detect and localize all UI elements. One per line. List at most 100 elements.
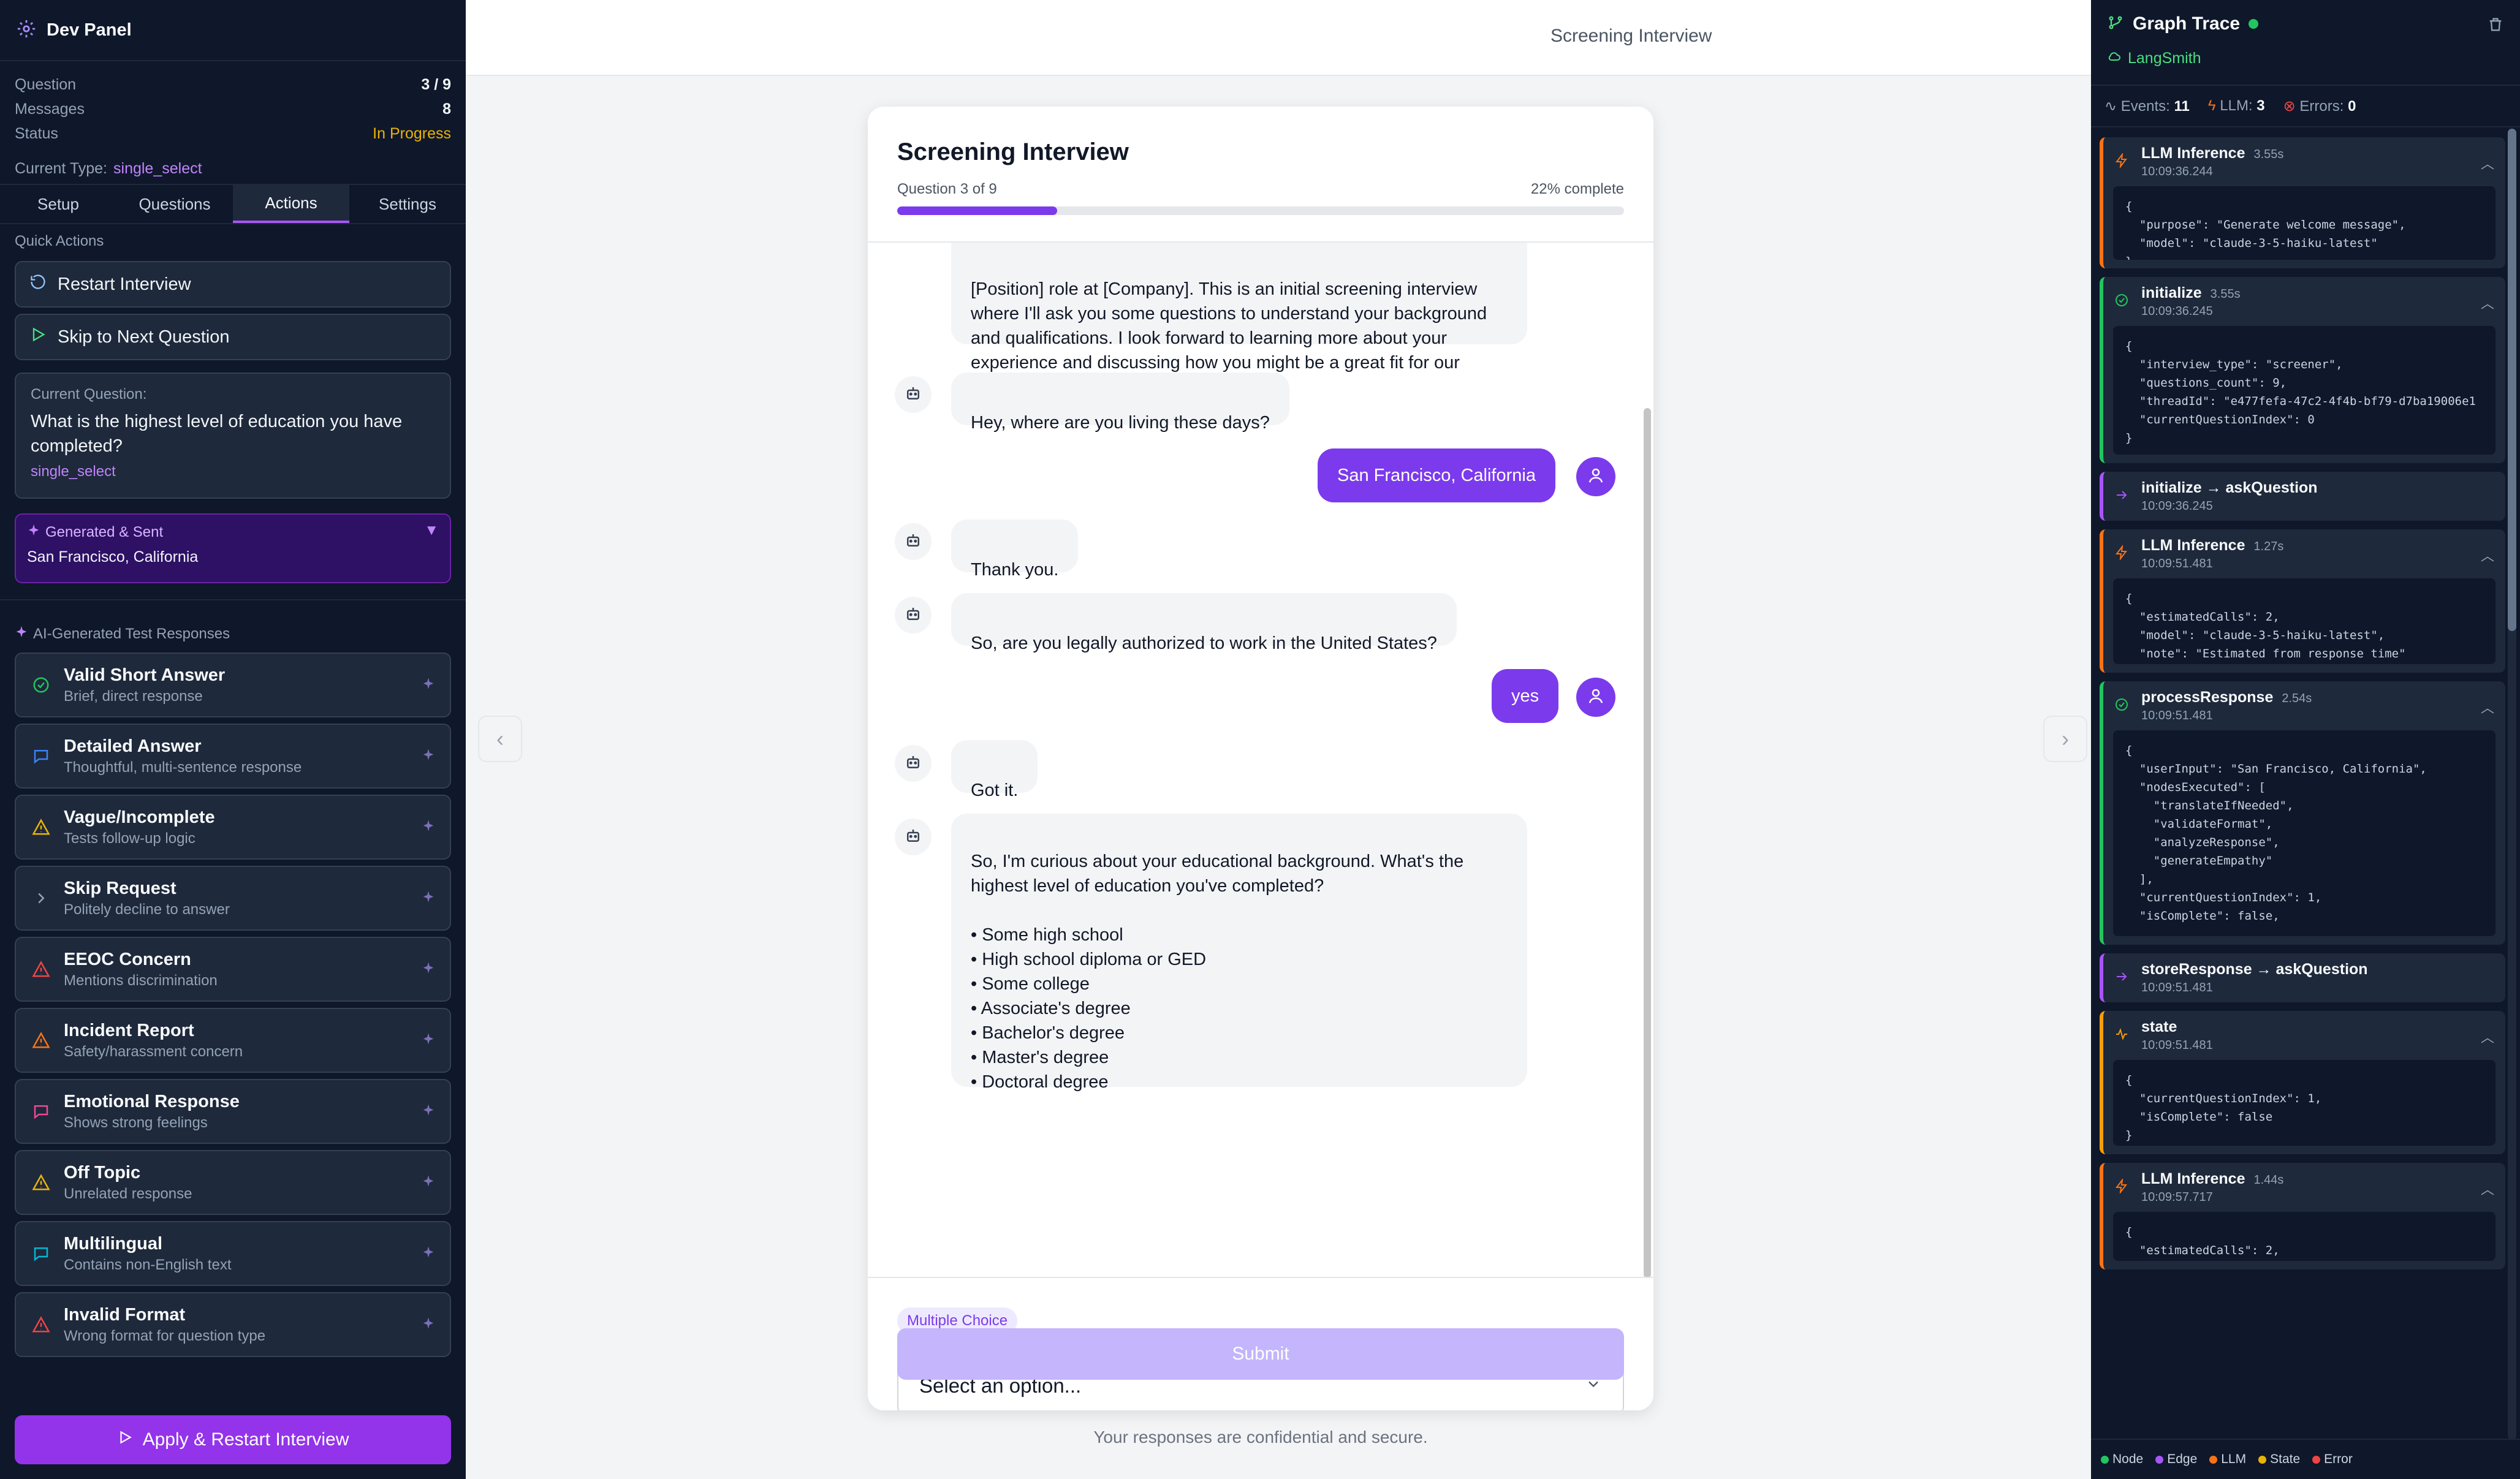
prev-arrow-button[interactable]: ‹ bbox=[478, 716, 522, 762]
test-response-text: Multilingual Contains non-English text bbox=[64, 1234, 232, 1274]
sparkle-icon[interactable] bbox=[422, 961, 435, 978]
bolt-icon bbox=[2114, 1178, 2133, 1197]
event-payload: { "estimatedCalls": 2, "model": "claude-… bbox=[2113, 578, 2495, 664]
robot-icon bbox=[904, 826, 922, 848]
bot-message: So, I'm curious about your educational b… bbox=[951, 814, 1527, 1092]
test-response-desc: Shows strong feelings bbox=[64, 1114, 208, 1131]
trace-scrollbar-thumb[interactable] bbox=[2508, 129, 2516, 631]
generated-sent-value: San Francisco, California bbox=[27, 548, 199, 566]
sparkle-icon[interactable] bbox=[422, 1246, 435, 1262]
card-header: Screening Interview Question 3 of 9 22% … bbox=[868, 107, 1653, 243]
event-name: LLM Inference bbox=[2141, 1170, 2245, 1187]
test-response-name: Detailed Answer bbox=[64, 736, 202, 756]
sparkle-icon[interactable] bbox=[422, 1174, 435, 1191]
trash-icon[interactable] bbox=[2487, 16, 2504, 36]
sparkle-icon[interactable] bbox=[422, 819, 435, 836]
sparkle-icon[interactable] bbox=[422, 1103, 435, 1120]
restart-interview-button[interactable]: Restart Interview bbox=[15, 261, 451, 308]
trace-event[interactable]: storeResponse → askQuestion 10:09:51.481 bbox=[2100, 953, 2505, 1002]
sparkle-icon[interactable] bbox=[422, 1032, 435, 1049]
test-response-text: Vague/Incomplete Tests follow-up logic bbox=[64, 808, 215, 847]
bot-avatar bbox=[895, 376, 932, 413]
trace-scrollbar[interactable] bbox=[2508, 129, 2516, 1440]
bot-avatar bbox=[895, 819, 932, 855]
legend-item: Edge bbox=[2155, 1452, 2197, 1467]
next-arrow-button[interactable]: › bbox=[2043, 716, 2087, 762]
sparkle-icon[interactable] bbox=[422, 677, 435, 694]
sparkle-icon[interactable] bbox=[422, 890, 435, 907]
submit-button[interactable]: Submit bbox=[897, 1328, 1624, 1380]
sparkle-icon[interactable] bbox=[422, 748, 435, 765]
caret-down-icon[interactable]: ▼ bbox=[424, 522, 439, 539]
bot-avatar bbox=[895, 597, 932, 634]
generated-sent-panel[interactable]: Generated & Sent San Francisco, Californ… bbox=[15, 513, 451, 583]
sparkle-icon[interactable] bbox=[422, 1317, 435, 1333]
test-response-item[interactable]: EEOC Concern Mentions discrimination bbox=[15, 937, 451, 1002]
test-response-item[interactable]: Valid Short Answer Brief, direct respons… bbox=[15, 652, 451, 717]
legend-item: Node bbox=[2101, 1452, 2143, 1467]
bot-message-text: So, I'm curious about your educational b… bbox=[971, 852, 1464, 1092]
event-duration: 2.54s bbox=[2282, 692, 2312, 705]
chevron-up-icon[interactable]: ︿ bbox=[2481, 153, 2494, 173]
restart-icon bbox=[29, 273, 47, 295]
chevron-up-icon[interactable]: ︿ bbox=[2481, 1179, 2494, 1198]
tab-settings[interactable]: Settings bbox=[349, 185, 466, 223]
chat-scrollbar[interactable] bbox=[1644, 408, 1651, 1277]
chevron-up-icon[interactable]: ︿ bbox=[2481, 293, 2494, 312]
test-response-item[interactable]: Invalid Format Wrong format for question… bbox=[15, 1292, 451, 1357]
trace-event-header[interactable]: storeResponse → askQuestion 10:09:51.481 bbox=[2103, 953, 2505, 1002]
trace-event-header[interactable]: LLM Inference 1.44s 10:09:57.717 ︿ bbox=[2103, 1163, 2505, 1212]
test-response-name: Off Topic bbox=[64, 1162, 141, 1182]
test-response-desc: Contains non-English text bbox=[64, 1256, 232, 1273]
errors-count: 0 bbox=[2348, 97, 2356, 115]
test-response-item[interactable]: Off Topic Unrelated response bbox=[15, 1150, 451, 1215]
trace-event-header[interactable]: initialize 3.55s 10:09:36.245 ︿ bbox=[2103, 277, 2505, 326]
test-response-item[interactable]: Incident Report Safety/harassment concer… bbox=[15, 1008, 451, 1073]
tab-setup[interactable]: Setup bbox=[0, 185, 116, 223]
message-icon bbox=[31, 1102, 51, 1121]
branch-icon bbox=[2107, 14, 2124, 34]
chat-thread[interactable]: [Position] role at [Company]. This is an… bbox=[868, 243, 1653, 1277]
interview-area: Screening Interview ‹ › Screening Interv… bbox=[466, 0, 2091, 1479]
dev-panel-title: Dev Panel bbox=[47, 20, 132, 40]
trace-event[interactable]: processResponse 2.54s 10:09:51.481 ︿ { "u… bbox=[2100, 681, 2505, 945]
trace-event[interactable]: initialize 3.55s 10:09:36.245 ︿ { "interv… bbox=[2100, 277, 2505, 463]
chevron-up-icon[interactable]: ︿ bbox=[2481, 545, 2494, 565]
bot-message-text: Hey, where are you living these days? bbox=[971, 413, 1270, 433]
skip-next-question-button[interactable]: Skip to Next Question bbox=[15, 314, 451, 360]
tab-actions[interactable]: Actions bbox=[233, 185, 349, 223]
trace-event[interactable]: state 10:09:51.481 ︿ { "currentQuestionI… bbox=[2100, 1011, 2505, 1154]
stat-label: Messages bbox=[15, 100, 85, 118]
trace-event-header[interactable]: LLM Inference 3.55s 10:09:36.244 ︿ bbox=[2103, 137, 2505, 186]
check-circle-icon bbox=[31, 676, 51, 694]
trace-event[interactable]: LLM Inference 1.44s 10:09:57.717 ︿ { "est… bbox=[2100, 1163, 2505, 1269]
user-icon bbox=[1587, 687, 1605, 708]
langsmith-link[interactable]: LangSmith bbox=[2107, 49, 2504, 68]
apply-restart-button[interactable]: Apply & Restart Interview bbox=[15, 1415, 451, 1464]
test-response-item[interactable]: Detailed Answer Thoughtful, multi-senten… bbox=[15, 724, 451, 789]
test-response-item[interactable]: Multilingual Contains non-English text bbox=[15, 1221, 451, 1286]
test-response-desc: Wrong format for question type bbox=[64, 1327, 266, 1344]
test-response-desc: Mentions discrimination bbox=[64, 972, 218, 989]
ai-responses-label: AI-Generated Test Responses bbox=[33, 625, 230, 642]
chevron-up-icon[interactable]: ︿ bbox=[2481, 697, 2494, 717]
trace-event-header[interactable]: initialize → askQuestion 10:09:36.245 bbox=[2103, 472, 2505, 521]
trace-event[interactable]: LLM Inference 3.55s 10:09:36.244 ︿ { "pur… bbox=[2100, 137, 2505, 268]
trace-event-header[interactable]: processResponse 2.54s 10:09:51.481 ︿ bbox=[2103, 681, 2505, 730]
test-response-item[interactable]: Emotional Response Shows strong feelings bbox=[15, 1079, 451, 1144]
trace-event-list[interactable]: LLM Inference 3.55s 10:09:36.244 ︿ { "pur… bbox=[2091, 129, 2520, 1439]
test-response-item[interactable]: Vague/Incomplete Tests follow-up logic bbox=[15, 795, 451, 860]
trace-event[interactable]: initialize → askQuestion 10:09:36.245 bbox=[2100, 472, 2505, 521]
trace-event[interactable]: LLM Inference 1.27s 10:09:51.481 ︿ { "est… bbox=[2100, 529, 2505, 673]
trace-event-header[interactable]: LLM Inference 1.27s 10:09:51.481 ︿ bbox=[2103, 529, 2505, 578]
event-name: initialize bbox=[2141, 284, 2202, 301]
trace-event-header[interactable]: state 10:09:51.481 ︿ bbox=[2103, 1011, 2505, 1060]
tab-questions[interactable]: Questions bbox=[116, 185, 233, 223]
generated-sent-label: Generated & Sent bbox=[45, 523, 164, 540]
test-response-item[interactable]: Skip Request Politely decline to answer bbox=[15, 866, 451, 931]
chevron-up-icon[interactable]: ︿ bbox=[2481, 1027, 2494, 1046]
event-payload: { "currentQuestionIndex": 1, "isComplete… bbox=[2113, 1060, 2495, 1146]
event-timestamp: 10:09:57.717 bbox=[2141, 1190, 2213, 1204]
chevron-right-icon: › bbox=[2062, 726, 2069, 751]
test-response-desc: Brief, direct response bbox=[64, 687, 203, 705]
